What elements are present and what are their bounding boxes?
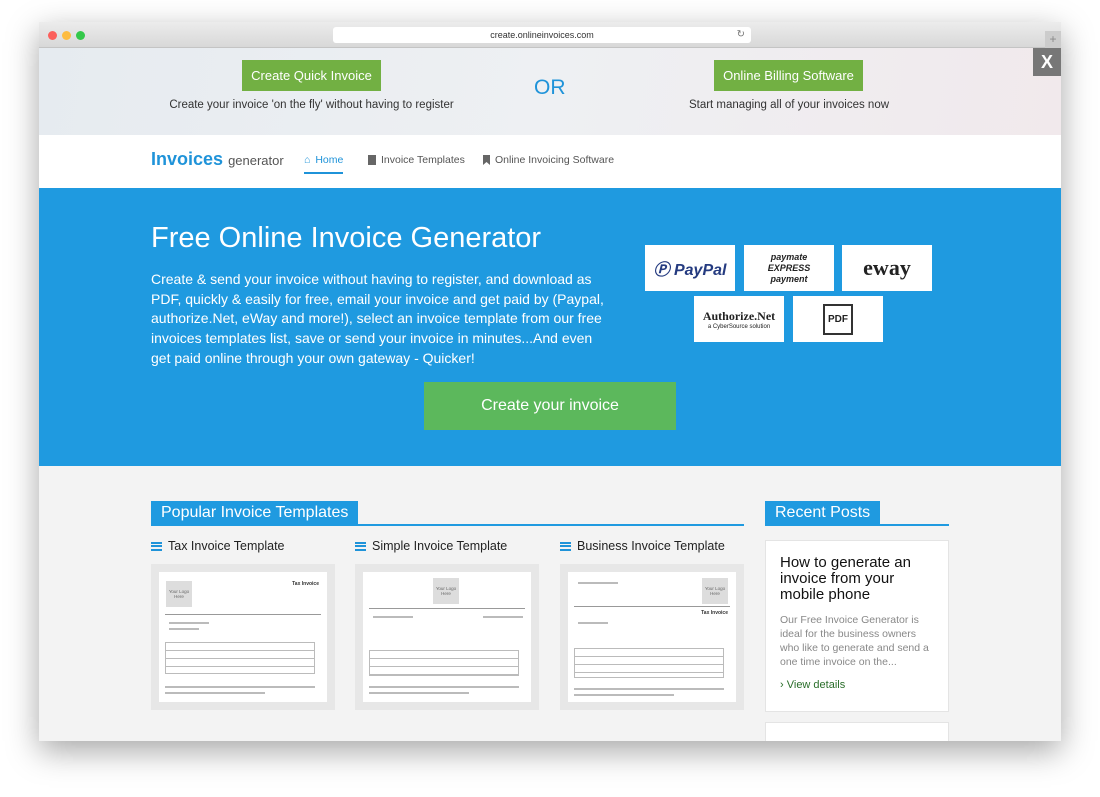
doc-title: Tax Invoice — [292, 581, 319, 587]
create-invoice-button[interactable]: Create your invoice — [424, 382, 676, 430]
template-link-tax[interactable]: Tax Invoice Template — [151, 539, 285, 553]
template-name: Tax Invoice Template — [168, 539, 285, 553]
template-thumbnail-tax[interactable]: Your Logo Here Tax Invoice — [151, 564, 335, 710]
doc-title: Tax Invoice — [701, 610, 728, 616]
template-name: Simple Invoice Template — [372, 539, 508, 553]
hero-title: Free Online Invoice Generator — [151, 222, 542, 254]
nav-online-invoicing-software[interactable]: Online Invoicing Software — [483, 154, 614, 166]
list-icon — [151, 541, 162, 551]
maximize-window-button[interactable] — [76, 31, 85, 40]
or-label: OR — [534, 76, 566, 99]
paymate-logo: paymate EXPRESS payment — [744, 245, 834, 291]
nav-label: Home — [315, 154, 344, 166]
billing-text: Start managing all of your invoices now — [688, 99, 890, 111]
nav-label: Online Invoicing Software — [495, 154, 615, 166]
template-thumbnail-simple[interactable]: Your Logo Here — [355, 564, 539, 710]
template-link-simple[interactable]: Simple Invoice Template — [355, 539, 507, 553]
site-logo[interactable]: Invoices generator — [151, 149, 284, 170]
logo-placeholder: Your Logo Here — [433, 578, 459, 604]
file-icon — [368, 155, 376, 165]
authorize-net-logo: Authorize.Net a CyberSource solution — [694, 296, 784, 342]
new-tab-button[interactable]: + — [1045, 31, 1061, 48]
create-quick-invoice-button[interactable]: Create Quick Invoice — [242, 60, 381, 91]
chevron-right-icon: › — [780, 679, 784, 691]
nav-invoice-templates[interactable]: Invoice Templates — [368, 154, 465, 166]
online-billing-button[interactable]: Online Billing Software — [714, 60, 863, 91]
template-thumbnail-business[interactable]: Your Logo Here Tax Invoice — [560, 564, 744, 710]
quick-invoice-text: Create your invoice 'on the fly' without… — [169, 99, 454, 111]
paypal-logo: Ⓟ PayPal — [645, 245, 735, 291]
view-details-link[interactable]: › View details — [780, 679, 934, 691]
recent-posts-divider — [765, 524, 949, 526]
promo-banner: Create Quick Invoice Create your invoice… — [39, 48, 1061, 135]
logo-placeholder: Your Logo Here — [702, 578, 728, 604]
address-bar[interactable]: create.onlineinvoices.com ↻ — [333, 27, 751, 43]
logo-placeholder: Your Logo Here — [166, 581, 192, 607]
navbar: Invoices generator ⌂ Home Invoice Templat… — [39, 135, 1061, 188]
template-link-business[interactable]: Business Invoice Template — [560, 539, 725, 553]
list-icon — [560, 541, 571, 551]
close-window-button[interactable] — [48, 31, 57, 40]
title-bar: create.onlineinvoices.com ↻ + — [39, 22, 1061, 48]
list-icon — [355, 541, 366, 551]
bookmark-icon — [483, 155, 490, 165]
eway-logo: eway — [842, 245, 932, 291]
post-excerpt: Our Free Invoice Generator is ideal for … — [780, 614, 929, 668]
close-banner-button[interactable]: X — [1033, 48, 1061, 76]
nav-home[interactable]: ⌂ Home — [304, 154, 344, 174]
logo-main: Invoices — [151, 149, 224, 169]
hero-text: Create & send your invoice without havin… — [151, 271, 604, 366]
nav-label: Invoice Templates — [381, 154, 465, 166]
recent-post-card-2 — [765, 722, 949, 741]
recent-posts-heading: Recent Posts — [765, 501, 881, 525]
template-name: Business Invoice Template — [577, 539, 725, 553]
reload-icon[interactable]: ↻ — [737, 27, 745, 43]
pdf-icon: PDF — [793, 296, 883, 342]
templates-heading: Popular Invoice Templates — [151, 501, 359, 525]
recent-post-card: How to generate an invoice from your mob… — [765, 540, 949, 712]
hero-section: Free Online Invoice Generator Create & s… — [39, 188, 1061, 466]
paymate-logo-text: paymate EXPRESS payment — [767, 251, 811, 284]
link-label: View details — [786, 679, 846, 691]
templates-divider — [151, 524, 744, 526]
home-icon: ⌂ — [304, 154, 311, 166]
post-title[interactable]: How to generate an invoice from your mob… — [780, 555, 934, 603]
url-text: create.onlineinvoices.com — [490, 30, 594, 40]
logo-sub: generator — [228, 153, 284, 168]
minimize-window-button[interactable] — [62, 31, 71, 40]
browser-window: create.onlineinvoices.com ↻ + Create Quic… — [39, 22, 1061, 741]
